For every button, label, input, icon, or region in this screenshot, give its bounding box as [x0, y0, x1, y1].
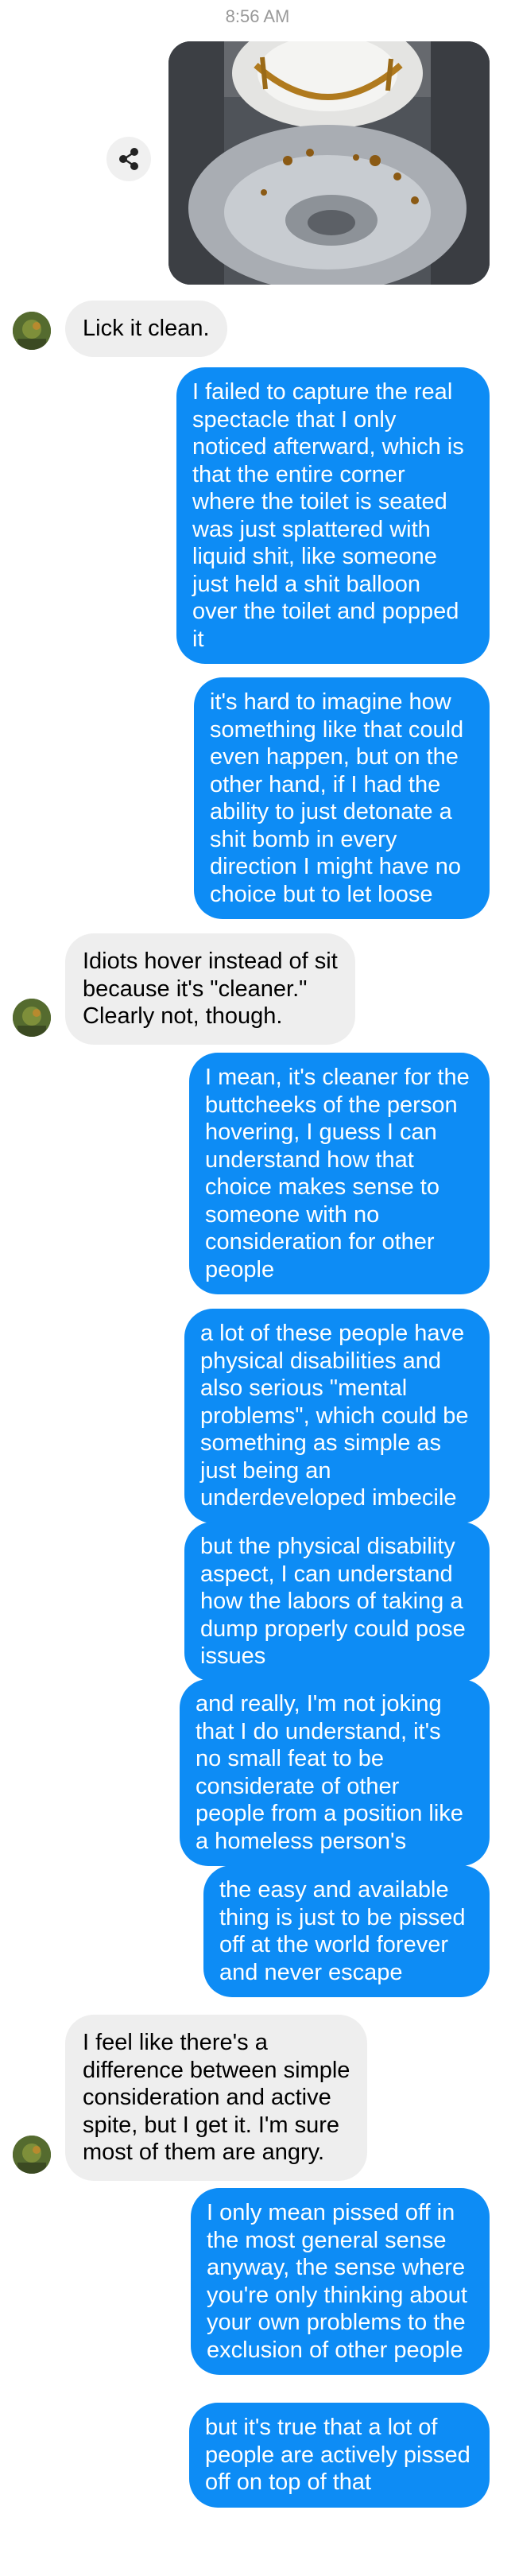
message-sent: I failed to capture the real spectacle t… [176, 367, 490, 664]
message-sent: it's hard to imagine how something like … [194, 677, 490, 919]
message-received: Lick it clean. [65, 301, 227, 357]
message-sent: I only mean pissed off in the most gener… [191, 2188, 490, 2375]
message-sent: but the physical disability aspect, I ca… [184, 1522, 490, 1682]
message-received: I feel like there's a difference between… [65, 2015, 368, 2181]
message-received: Idiots hover instead of sit because it's… [65, 933, 355, 1045]
message-sent: the easy and available thing is just to … [203, 1865, 490, 1997]
contact-avatar[interactable] [13, 312, 51, 350]
message-sent: a lot of these people have physical disa… [184, 1309, 490, 1523]
contact-avatar[interactable] [13, 999, 51, 1037]
message-sent: I mean, it's cleaner for the buttcheeks … [189, 1053, 490, 1294]
share-icon [119, 148, 138, 170]
toilet-photo[interactable] [168, 41, 490, 285]
share-button[interactable] [106, 137, 151, 181]
message-sent: and really, I'm not joking that I do und… [180, 1679, 490, 1866]
message-timestamp: 8:56 AM [225, 6, 290, 26]
message-sent: but it's true that a lot of people are a… [189, 2403, 490, 2508]
contact-avatar[interactable] [13, 2136, 51, 2174]
